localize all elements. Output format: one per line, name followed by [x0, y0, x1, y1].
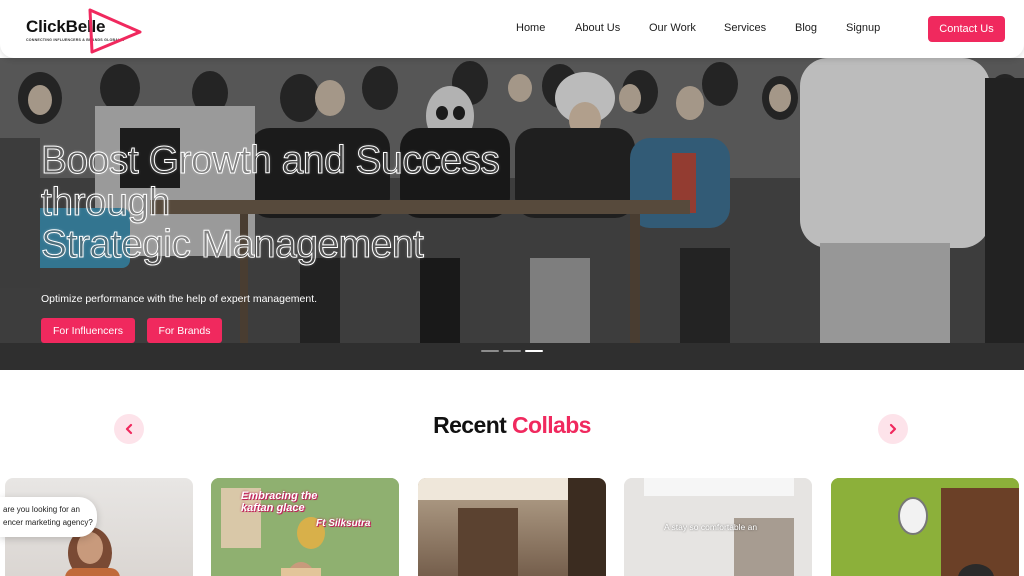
nav-about-us[interactable]: About Us: [575, 22, 620, 34]
brand-logo[interactable]: ClickBelle CONNECTING INFLUENCERS & BRAN…: [26, 6, 146, 54]
slider-dots: [481, 350, 543, 352]
play-triangle-icon: [88, 8, 142, 54]
nav-blog[interactable]: Blog: [795, 22, 817, 34]
collab-card[interactable]: A stay so comfortable an: [624, 478, 812, 576]
for-influencers-button[interactable]: For Influencers: [41, 318, 135, 343]
chat-line: encer marketing agency?: [3, 518, 93, 527]
card-caption: A stay so comfortable an: [664, 522, 758, 532]
card-caption: Ft Silksutra: [316, 518, 371, 529]
heading-accent: Collabs: [512, 412, 591, 438]
heading-main: Recent: [433, 412, 507, 438]
collab-card[interactable]: [831, 478, 1019, 576]
slider-dot[interactable]: [481, 350, 499, 352]
chevron-right-icon: [889, 423, 897, 435]
card-caption: Embracing the: [241, 490, 318, 502]
recent-collabs-heading: Recent Collabs: [0, 412, 1024, 439]
slider-dot-active[interactable]: [525, 350, 543, 352]
nav-our-work[interactable]: Our Work: [649, 22, 696, 34]
collab-card[interactable]: Embracing the kaftan glace Ft Silksutra: [211, 478, 399, 576]
for-brands-button[interactable]: For Brands: [147, 318, 222, 343]
collab-thumbnail: [831, 478, 1019, 576]
collab-thumbnail: [418, 478, 606, 576]
slider-dot[interactable]: [503, 350, 521, 352]
nav-services[interactable]: Services: [724, 22, 766, 34]
chat-line: are you looking for an: [3, 505, 80, 514]
hero-title-line: Strategic Management: [41, 223, 425, 266]
contact-us-button[interactable]: Contact Us: [928, 16, 1005, 42]
collab-card[interactable]: [418, 478, 606, 576]
chat-widget[interactable]: are you looking for an encer marketing a…: [0, 497, 97, 537]
card-caption: kaftan glace: [241, 502, 305, 514]
hero-banner: Boost Growth and Success through Strateg…: [0, 58, 1024, 370]
nav-signup[interactable]: Signup: [846, 22, 880, 34]
hero-subtitle: Optimize performance with the help of ex…: [41, 293, 318, 305]
site-header: ClickBelle CONNECTING INFLUENCERS & BRAN…: [0, 0, 1024, 58]
nav-home[interactable]: Home: [516, 22, 545, 34]
hero-title-line: Boost Growth and Success: [41, 139, 501, 182]
hero-title-line: through: [41, 181, 171, 224]
hero-title: Boost Growth and Success through Strateg…: [41, 139, 641, 266]
collabs-next-button[interactable]: [878, 414, 908, 444]
